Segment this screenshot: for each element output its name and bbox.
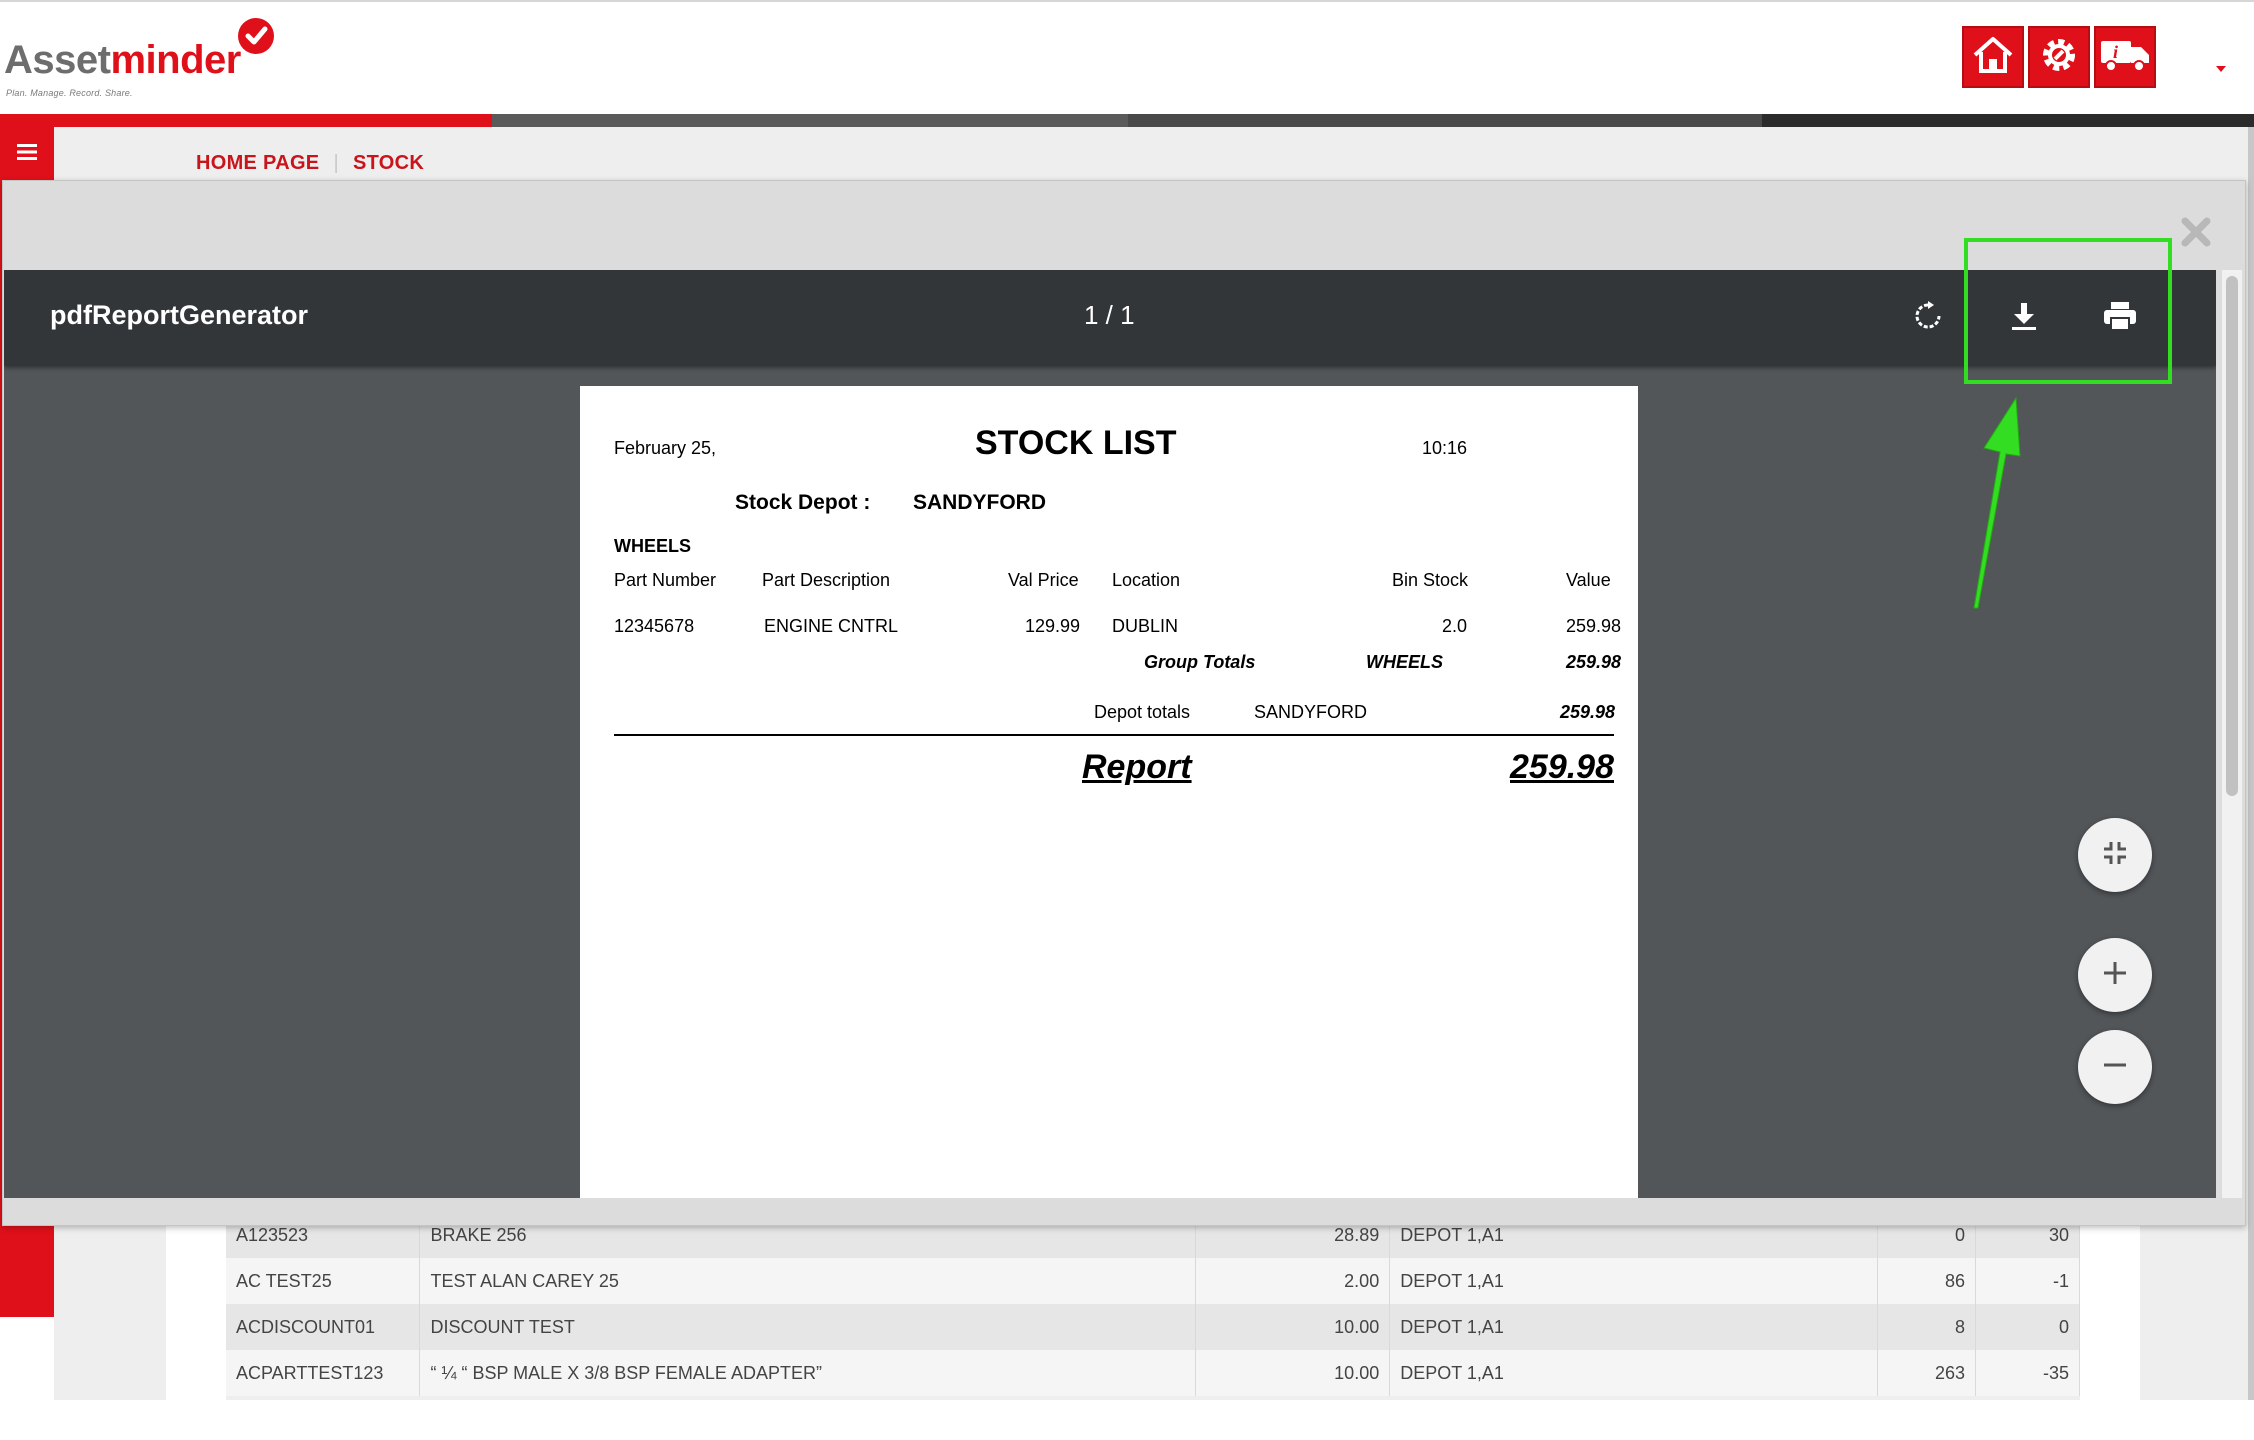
header-strip-dark xyxy=(1128,114,1762,127)
col-part-description: Part Description xyxy=(762,570,891,590)
logo-word-minder: minder xyxy=(110,38,241,82)
compress-icon xyxy=(2101,839,2129,872)
home-button[interactable] xyxy=(1962,26,2024,88)
header-strip-black xyxy=(1762,114,2254,127)
row-value: 259.98 xyxy=(1566,616,1622,636)
row-part-description: ENGINE CNTRL xyxy=(764,616,899,636)
group-totals-label: Group Totals xyxy=(1144,652,1256,672)
cell-part-number: ACPARTTEST123 xyxy=(226,1350,421,1396)
report-time: 10:16 xyxy=(1422,438,1468,458)
col-val-price: Val Price xyxy=(1008,570,1079,590)
cell-price: 10.00 xyxy=(1195,1304,1391,1350)
highlight-box xyxy=(1964,238,2172,384)
logo-word-asset: Asset xyxy=(4,38,111,82)
page-bottom xyxy=(0,1400,2254,1440)
cell-price: 2.00 xyxy=(1195,1258,1391,1304)
cell-qty: 86 xyxy=(1877,1258,1976,1304)
breadcrumb-separator: | xyxy=(333,152,339,174)
col-location: Location xyxy=(1112,570,1181,590)
breadcrumb-current[interactable]: STOCK xyxy=(353,152,424,174)
assetminder-logo[interactable]: Assetminder Plan. Manage. Record. Share. xyxy=(4,16,294,98)
cell-diff: -1 xyxy=(1975,1258,2080,1304)
report-date: February 25, xyxy=(614,438,717,458)
depot-totals-name: SANDYFORD xyxy=(1254,702,1368,722)
table-row[interactable]: ACDISCOUNT01 DISCOUNT TEST 10.00 DEPOT 1… xyxy=(226,1304,2080,1350)
report-total-label: Report xyxy=(1082,748,1192,786)
zoom-in-button[interactable] xyxy=(2078,938,2152,1012)
table-left-margin xyxy=(166,1212,226,1400)
cell-qty: 8 xyxy=(1877,1304,1976,1350)
header-strip-grey xyxy=(492,114,1128,127)
user-menu-caret-icon[interactable] xyxy=(2216,66,2226,72)
cell-description: “ ¼ “ BSP MALE X 3/8 BSP FEMALE ADAPTER” xyxy=(419,1350,1197,1396)
row-bin-stock: 2.0 xyxy=(1442,616,1468,636)
home-icon xyxy=(1971,35,2015,80)
gear-icon xyxy=(2038,34,2080,81)
cell-price: 10.00 xyxy=(1195,1350,1391,1396)
col-bin-stock: Bin Stock xyxy=(1392,570,1469,590)
cell-location: DEPOT 1,A1 xyxy=(1389,1350,1879,1396)
group-totals-name: WHEELS xyxy=(1366,652,1444,672)
cell-part-number: ACDISCOUNT01 xyxy=(226,1304,421,1350)
depot-totals-value: 259.98 xyxy=(1560,702,1616,722)
logo-tagline: Plan. Manage. Record. Share. xyxy=(6,88,133,98)
cell-diff: -35 xyxy=(1975,1350,2080,1396)
stock-depot-value: SANDYFORD xyxy=(913,491,1047,514)
table-row[interactable]: AC TEST25 TEST ALAN CAREY 25 2.00 DEPOT … xyxy=(226,1258,2080,1304)
report-total-value: 259.98 xyxy=(1510,748,1614,786)
minus-icon xyxy=(2102,1052,2128,1083)
table-row[interactable]: ACPARTTEST123 “ ¼ “ BSP MALE X 3/8 BSP F… xyxy=(226,1350,2080,1396)
pdf-page: February 25, STOCK LIST 10:16 Stock Depo… xyxy=(580,386,1638,1198)
row-val-price: 129.99 xyxy=(1025,616,1081,636)
cell-description: TEST ALAN CAREY 25 xyxy=(419,1258,1197,1304)
logo-wordmark: Assetminder xyxy=(4,38,241,83)
header-strip-red xyxy=(0,114,492,127)
vehicle-info-button[interactable]: i xyxy=(2094,26,2156,88)
table-right-margin xyxy=(2080,1212,2140,1400)
row-location: DUBLIN xyxy=(1112,616,1179,636)
pdf-toolbar: pdfReportGenerator 1 / 1 xyxy=(4,270,2216,366)
row-part-number: 12345678 xyxy=(614,616,695,636)
cell-description: DISCOUNT TEST xyxy=(419,1304,1197,1350)
cell-location: DEPOT 1,A1 xyxy=(1389,1258,1879,1304)
hamburger-icon xyxy=(17,143,37,166)
svg-text:i: i xyxy=(2113,42,2118,62)
group-totals-value: 259.98 xyxy=(1566,652,1622,672)
settings-button[interactable] xyxy=(2028,26,2090,88)
cell-location: DEPOT 1,A1 xyxy=(1389,1304,1879,1350)
stock-depot-label: Stock Depot : xyxy=(735,491,871,514)
cell-qty: 263 xyxy=(1877,1350,1976,1396)
plus-icon xyxy=(2102,960,2128,991)
top-header: Assetminder Plan. Manage. Record. Share.… xyxy=(0,0,2254,114)
breadcrumb: HOME PAGE | STOCK xyxy=(196,152,424,175)
rotate-button[interactable] xyxy=(1908,298,1948,338)
highlight-arrow xyxy=(1973,396,2021,609)
fit-page-button[interactable] xyxy=(2078,818,2152,892)
cell-diff: 0 xyxy=(1975,1304,2080,1350)
report-divider xyxy=(614,734,1614,736)
rotate-icon xyxy=(1912,300,1944,337)
page-indicator: 1 / 1 xyxy=(1084,300,1135,330)
close-icon xyxy=(2181,217,2211,252)
modal-close-button[interactable] xyxy=(2178,216,2214,252)
hamburger-menu-button[interactable] xyxy=(0,127,54,181)
truck-info-icon: i xyxy=(2099,35,2151,80)
depot-totals-label: Depot totals xyxy=(1094,702,1191,722)
group-heading: WHEELS xyxy=(614,536,692,556)
viewer-scroll-thumb[interactable] xyxy=(2226,276,2238,796)
page-right-edge xyxy=(2248,127,2254,1400)
stock-table: A123523 BRAKE 256 28.89 DEPOT 1,A1 0 30 … xyxy=(226,1212,2080,1396)
report-title: STOCK LIST xyxy=(975,424,1177,462)
zoom-out-button[interactable] xyxy=(2078,1030,2152,1104)
logo-check-icon xyxy=(238,18,274,54)
col-value: Value xyxy=(1566,570,1611,590)
cell-part-number: AC TEST25 xyxy=(226,1258,421,1304)
breadcrumb-home[interactable]: HOME PAGE xyxy=(196,152,319,174)
col-part-number: Part Number xyxy=(614,570,717,590)
pdf-title: pdfReportGenerator xyxy=(50,300,309,330)
